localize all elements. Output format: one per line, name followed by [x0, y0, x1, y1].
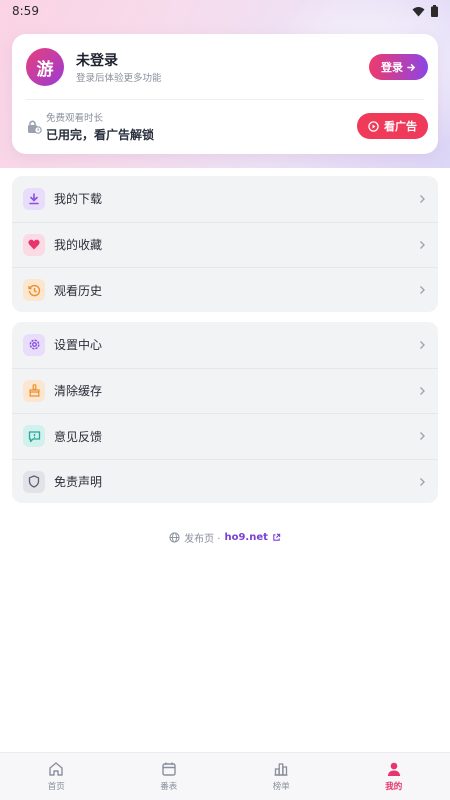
divider — [26, 99, 424, 100]
chevron-right-icon — [420, 194, 425, 203]
tab-label: 番表 — [160, 782, 178, 792]
battery-icon — [431, 5, 438, 17]
menu-item-label: 我的收藏 — [54, 238, 103, 253]
tab-home[interactable]: 首页 — [0, 753, 113, 800]
globe-icon — [169, 532, 180, 543]
menu-item-history[interactable]: 观看历史 — [12, 267, 438, 313]
menu-item-label: 我的下载 — [54, 192, 103, 207]
chevron-right-icon — [420, 432, 425, 441]
footer-prefix: 发布页 · — [184, 534, 221, 545]
footer-domain[interactable]: ho9.net — [224, 532, 267, 543]
tab-mine[interactable]: 我的 — [338, 753, 450, 800]
tab-ranking[interactable]: 榜单 — [225, 753, 338, 800]
watch-ad-button[interactable]: 看广告 — [357, 113, 428, 139]
broom-icon — [23, 379, 45, 402]
tab-schedule[interactable]: 番表 — [113, 753, 226, 800]
chevron-right-icon — [420, 286, 425, 295]
menu-group-library: 我的下载 我的收藏 观看历史 — [12, 176, 438, 312]
status-time: 8:59 — [12, 4, 39, 18]
chevron-right-icon — [420, 240, 425, 249]
menu-item-feedback[interactable]: 意见反馈 — [12, 413, 438, 459]
menu-item-label: 观看历史 — [54, 283, 103, 298]
user-icon — [387, 762, 400, 776]
login-button[interactable]: 登录 — [369, 54, 428, 80]
bottom-tab-bar: 首页 番表 榜单 我的 — [0, 752, 450, 800]
quota-value: 已用完，看广告解锁 — [46, 128, 155, 142]
menu-item-settings[interactable]: 设置中心 — [12, 322, 438, 368]
login-button-label: 登录 — [381, 62, 403, 74]
menu-item-clear-cache[interactable]: 清除缓存 — [12, 367, 438, 414]
heart-icon — [23, 233, 45, 256]
menu-item-label: 意见反馈 — [54, 429, 103, 444]
lock-clock-icon — [28, 120, 42, 134]
chevron-right-icon — [420, 340, 425, 349]
menu-item-favorites[interactable]: 我的收藏 — [12, 221, 438, 268]
status-bar: 8:59 — [0, 0, 450, 22]
feedback-icon — [23, 425, 45, 448]
tab-label: 榜单 — [272, 782, 290, 792]
play-circle-icon — [368, 120, 379, 132]
ranking-icon — [274, 763, 288, 776]
watch-ad-label: 看广告 — [384, 121, 417, 133]
chevron-right-icon — [420, 477, 425, 486]
calendar-icon — [162, 762, 176, 776]
home-icon — [49, 762, 63, 776]
external-link-icon — [273, 533, 281, 541]
avatar[interactable]: 游 — [26, 48, 64, 86]
arrow-right-icon — [407, 63, 416, 71]
menu-item-label: 清除缓存 — [54, 384, 103, 399]
tab-label: 首页 — [47, 782, 65, 792]
history-icon — [23, 279, 45, 302]
quota-label: 免费观看时长 — [46, 113, 104, 124]
publish-page-link[interactable]: 发布页 · ho9.net — [0, 530, 450, 545]
menu-item-label: 设置中心 — [54, 338, 103, 353]
download-icon — [23, 187, 45, 210]
menu-item-downloads[interactable]: 我的下载 — [12, 176, 438, 222]
user-subtitle: 登录后体验更多功能 — [76, 73, 162, 84]
profile-card: 游 未登录 登录后体验更多功能 登录 免费观看时长 已用完，看广告解锁 看广告 — [12, 34, 438, 154]
menu-group-settings: 设置中心 清除缓存 意见反馈 免责声明 — [12, 322, 438, 503]
user-name: 未登录 — [76, 53, 118, 69]
chevron-right-icon — [420, 386, 425, 395]
shield-icon — [23, 470, 45, 493]
settings-icon — [23, 333, 45, 356]
menu-item-label: 免责声明 — [54, 475, 103, 490]
menu-item-disclaimer[interactable]: 免责声明 — [12, 458, 438, 505]
wifi-icon — [412, 6, 425, 16]
tab-label: 我的 — [385, 782, 403, 792]
